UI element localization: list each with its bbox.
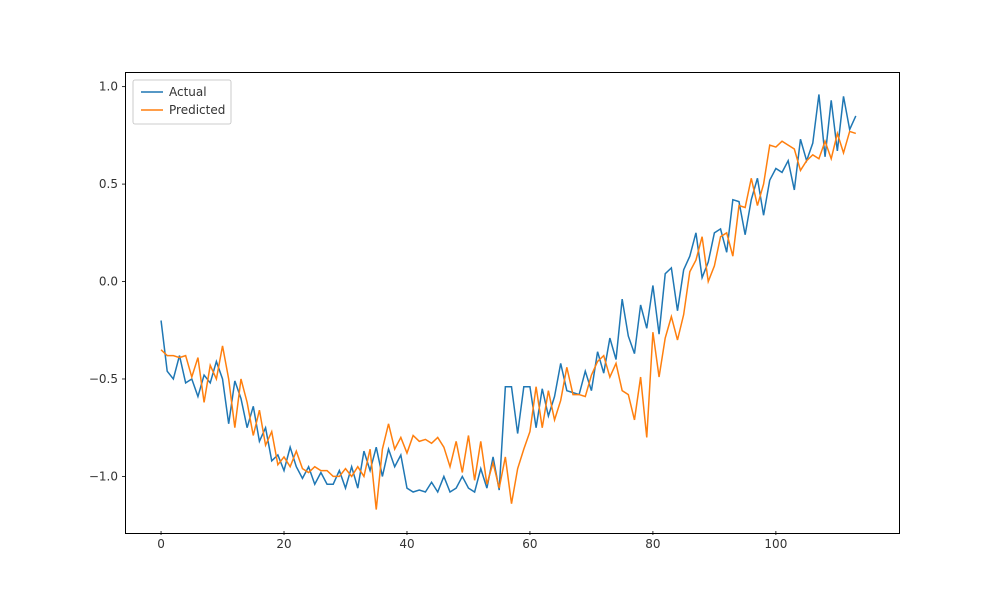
xtick-label: 60	[522, 537, 537, 551]
xtick-label: 20	[276, 537, 291, 551]
xtick-label: 0	[157, 537, 165, 551]
plot-svg: 020406080100 −1.0−0.50.00.51.0 Actual Pr…	[126, 73, 899, 533]
axes: 020406080100 −1.0−0.50.00.51.0 Actual Pr…	[125, 72, 900, 534]
legend: Actual Predicted	[133, 80, 231, 124]
xtick-label: 40	[399, 537, 414, 551]
ytick-label: 0.5	[99, 177, 118, 191]
line-actual	[161, 94, 856, 492]
figure: 0 20 40 60 80 100 −1.0 −0.5 0.0 0.5 1.0 Actual Pr…	[0, 0, 1000, 600]
xtick-label: 100	[764, 537, 787, 551]
xtick-group: 0 20 40 60 80 100	[157, 531, 787, 551]
ytick-label: −1.0	[89, 469, 118, 483]
legend-label-predicted: Predicted	[169, 103, 225, 117]
ytick-label: 0.0	[99, 275, 118, 289]
ytick-label: 1.0	[99, 80, 118, 94]
xtick-label: 80	[645, 537, 660, 551]
line-predicted	[161, 131, 856, 509]
ytick-label: −0.5	[89, 372, 118, 386]
ytick-group: −1.0 −0.5 0.0 0.5 1.0	[89, 80, 126, 484]
legend-label-actual: Actual	[169, 85, 207, 99]
